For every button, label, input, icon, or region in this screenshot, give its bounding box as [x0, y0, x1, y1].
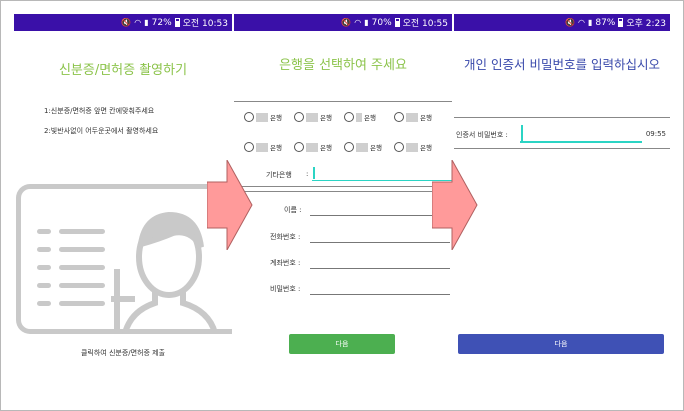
- clock: 오후 2:23: [626, 19, 666, 29]
- instruction-step-1: 1:신분증/면허증 앞면 칸에맞춰주세요: [44, 107, 155, 115]
- bank-option[interactable]: 은행: [244, 142, 282, 152]
- phone-input[interactable]: [310, 242, 450, 243]
- page-title: 신분증/면허증 촬영하기: [58, 63, 188, 78]
- password-label: 비밀번호 :: [270, 285, 301, 293]
- bank-option[interactable]: 은행: [344, 112, 376, 122]
- id-card-line: [37, 301, 51, 306]
- colon: :: [306, 170, 309, 178]
- wifi-icon: ◠: [577, 18, 585, 27]
- bank-option[interactable]: 은행: [394, 142, 432, 152]
- radio-button[interactable]: [344, 142, 354, 152]
- certificate-password-label: 인증서 비밀번호 :: [456, 131, 508, 139]
- id-card-line: [59, 265, 105, 270]
- arrow-right-icon: [207, 160, 253, 250]
- mute-icon: 🔇: [564, 18, 575, 27]
- battery-percent: 87%: [595, 17, 616, 28]
- name-label: 이름 :: [284, 206, 302, 214]
- status-bar: 🔇 ◠ ▮ 70% 오전 10:55: [234, 14, 452, 31]
- divider: [234, 186, 452, 187]
- id-card-line: [59, 301, 105, 306]
- mute-icon: 🔇: [121, 18, 132, 27]
- divider: [234, 101, 452, 102]
- bank-option[interactable]: 은행: [294, 142, 332, 152]
- status-bar: 🔇 ◠ ▮ 87% 오후 2:23: [454, 14, 670, 31]
- bank-option[interactable]: 은행: [394, 112, 432, 122]
- signal-icon: ▮: [364, 18, 369, 27]
- page-title: 은행을 선택하여 주세요: [279, 58, 407, 73]
- divider: [454, 148, 670, 149]
- text-cursor: [521, 125, 523, 141]
- clock: 오전 10:55: [402, 19, 448, 29]
- countdown-timer: 09:55: [645, 130, 666, 138]
- instruction-step-2: 2:빛반사없이 어두운곳에서 촬영하세요: [44, 127, 159, 135]
- next-button[interactable]: 다음: [289, 334, 395, 354]
- clock: 오전 10:53: [182, 19, 228, 29]
- id-card-line: [37, 265, 51, 270]
- radio-button[interactable]: [344, 112, 354, 122]
- next-button[interactable]: 다음: [458, 334, 664, 354]
- bank-option[interactable]: 은행: [244, 112, 282, 122]
- screen-id-capture: 🔇 ◠ ▮ 72% 오전 10:53 신분증/면허증 촬영하기 1:신분증/면허…: [14, 14, 232, 398]
- certificate-password-input[interactable]: [520, 141, 642, 143]
- radio-button[interactable]: [394, 112, 404, 122]
- bank-option[interactable]: 은행: [344, 142, 382, 152]
- id-card-line: [37, 283, 51, 288]
- text-cursor: [313, 167, 315, 179]
- page-title: 개인 인증서 비밀번호를 입력하십시오: [464, 57, 660, 72]
- submit-id-link[interactable]: 클릭하여 신분증/면허증 제출: [14, 348, 232, 358]
- id-card-line: [37, 229, 51, 234]
- radio-button[interactable]: [294, 112, 304, 122]
- id-card-capture-area[interactable]: [16, 184, 232, 334]
- id-card-line: [59, 247, 105, 252]
- password-input[interactable]: [310, 294, 450, 295]
- id-card-line: [59, 283, 105, 288]
- screen-certificate-password: 🔇 ◠ ▮ 87% 오후 2:23 개인 인증서 비밀번호를 입력하십시오 인증…: [454, 14, 670, 398]
- radio-button[interactable]: [294, 142, 304, 152]
- radio-button[interactable]: [394, 142, 404, 152]
- battery-icon: [394, 18, 400, 27]
- wifi-icon: ◠: [134, 18, 142, 27]
- radio-button[interactable]: [244, 142, 254, 152]
- battery-percent: 70%: [371, 17, 392, 28]
- status-bar: 🔇 ◠ ▮ 72% 오전 10:53: [14, 14, 232, 31]
- bank-option[interactable]: 은행: [294, 112, 332, 122]
- account-input[interactable]: [310, 268, 450, 269]
- other-bank-input[interactable]: [312, 180, 452, 181]
- battery-percent: 72%: [151, 17, 172, 28]
- phone-label: 전화번호 :: [270, 233, 301, 241]
- battery-icon: [174, 18, 180, 27]
- id-card-line: [37, 247, 51, 252]
- wifi-icon: ◠: [354, 18, 362, 27]
- battery-icon: [618, 18, 624, 27]
- radio-button[interactable]: [244, 112, 254, 122]
- screen-bank-select: 🔇 ◠ ▮ 70% 오전 10:55 은행을 선택하여 주세요 은행 은행 은행…: [234, 14, 452, 398]
- signal-icon: ▮: [144, 18, 149, 27]
- id-card-line: [59, 229, 105, 234]
- arrow-right-icon: [432, 160, 478, 250]
- other-bank-label: 기타은행: [266, 171, 292, 179]
- signal-icon: ▮: [587, 18, 593, 27]
- name-input[interactable]: [310, 215, 450, 216]
- mute-icon: 🔇: [341, 18, 352, 27]
- account-label: 계좌번호 :: [270, 259, 301, 267]
- divider: [454, 117, 670, 118]
- divider: [234, 191, 452, 192]
